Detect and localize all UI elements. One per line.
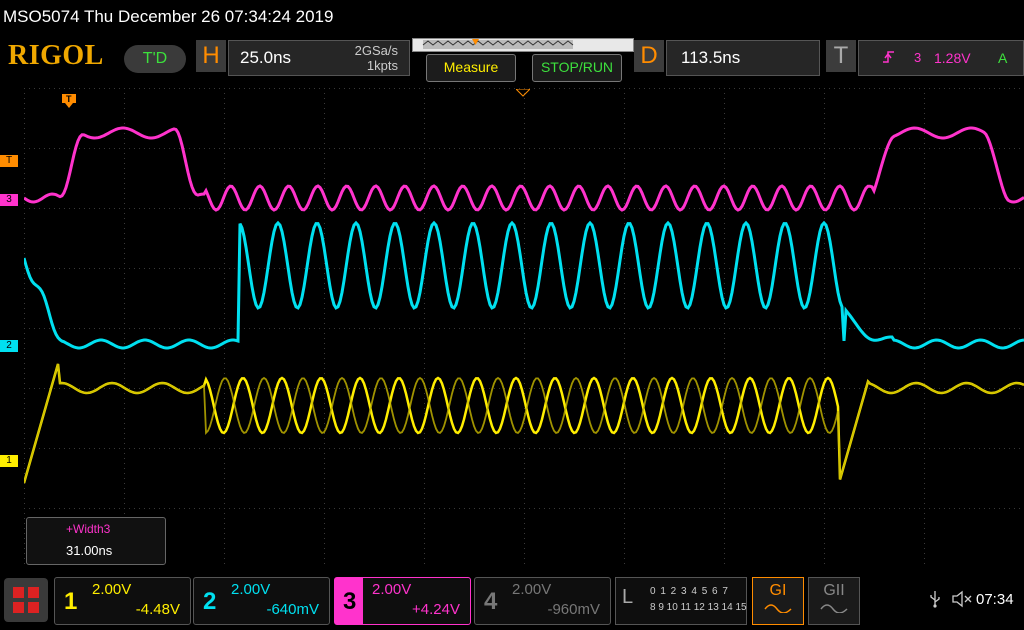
decoder-1-button[interactable]: GI bbox=[752, 577, 804, 625]
trigger-mode: A bbox=[998, 50, 1008, 66]
title-text: MSO5074 Thu December 26 07:34:24 2019 bbox=[3, 7, 334, 26]
ch4-scale: 2.00V bbox=[512, 581, 552, 598]
decoder-1-label: GI bbox=[769, 582, 787, 599]
rising-edge-icon bbox=[882, 50, 896, 67]
sample-rate: 2GSa/s bbox=[354, 43, 398, 58]
center-marker bbox=[514, 84, 532, 102]
speaker-muted-icon[interactable] bbox=[951, 590, 973, 613]
decoder-wave-icon bbox=[764, 604, 792, 614]
logic-bits-row2: 8 9 10 11 12 13 14 15 bbox=[650, 602, 747, 613]
ch3-number: 3 bbox=[343, 588, 357, 615]
ch2-number: 2 bbox=[203, 588, 217, 615]
ch1-scale: 2.00V bbox=[92, 581, 132, 598]
trigger-level: 1.28V bbox=[934, 50, 971, 66]
ch1-number: 1 bbox=[64, 588, 78, 615]
decoder-wave-icon bbox=[820, 604, 848, 614]
measure-button[interactable]: Measure bbox=[426, 54, 516, 82]
stop-run-button[interactable]: STOP/RUN bbox=[532, 54, 622, 82]
decoder-2-label: GII bbox=[823, 582, 845, 599]
delay-value: 113.5ns bbox=[681, 48, 741, 67]
usb-icon bbox=[928, 590, 942, 613]
status-badge[interactable]: T'D bbox=[124, 45, 186, 73]
home-menu-button[interactable] bbox=[4, 578, 48, 622]
ch2-waveform bbox=[24, 220, 1024, 350]
trigger-source: 3 bbox=[914, 50, 922, 65]
grid-menu-icon bbox=[13, 587, 39, 613]
ch4-number: 4 bbox=[484, 588, 498, 615]
delay-menu-button[interactable]: D bbox=[634, 40, 664, 72]
clock: 07:34 bbox=[976, 591, 1014, 608]
timebase-value: 25.0ns bbox=[240, 48, 292, 67]
trigger-menu-button[interactable]: T bbox=[826, 40, 856, 72]
trigger-flag-label: T bbox=[66, 94, 72, 104]
ch3-offset-marker[interactable]: 3 bbox=[0, 194, 18, 206]
ch3-offset: +4.24V bbox=[412, 601, 460, 618]
decoder-2-button[interactable]: GII bbox=[808, 577, 860, 625]
ch1-offset: -4.48V bbox=[135, 601, 180, 618]
logic-letter: L bbox=[622, 586, 634, 608]
ch2-offset: -640mV bbox=[266, 601, 319, 618]
memory-position-bar bbox=[412, 38, 634, 52]
title-bar: MSO5074 Thu December 26 07:34:24 2019 bbox=[0, 0, 1024, 34]
ch1-offset-marker[interactable]: 1 bbox=[0, 455, 18, 467]
measurement-value: 31.00ns bbox=[66, 543, 113, 558]
logic-bits-row1: 0 1 2 3 4 5 6 7 bbox=[650, 586, 729, 597]
memory-depth: 1kpts bbox=[366, 58, 398, 73]
waveform-display[interactable] bbox=[24, 88, 1024, 568]
measurement-label: +Width3 bbox=[66, 522, 111, 536]
horizontal-menu-button[interactable]: H bbox=[196, 40, 226, 72]
ch4-offset: -960mV bbox=[547, 601, 600, 618]
trigger-level-marker[interactable]: T bbox=[0, 155, 18, 167]
rigol-logo: RIGOL bbox=[8, 40, 104, 71]
ch3-scale: 2.00V bbox=[372, 581, 412, 598]
ch2-scale: 2.00V bbox=[231, 581, 271, 598]
ch2-offset-marker[interactable]: 2 bbox=[0, 340, 18, 352]
logic-panel[interactable] bbox=[615, 577, 747, 625]
